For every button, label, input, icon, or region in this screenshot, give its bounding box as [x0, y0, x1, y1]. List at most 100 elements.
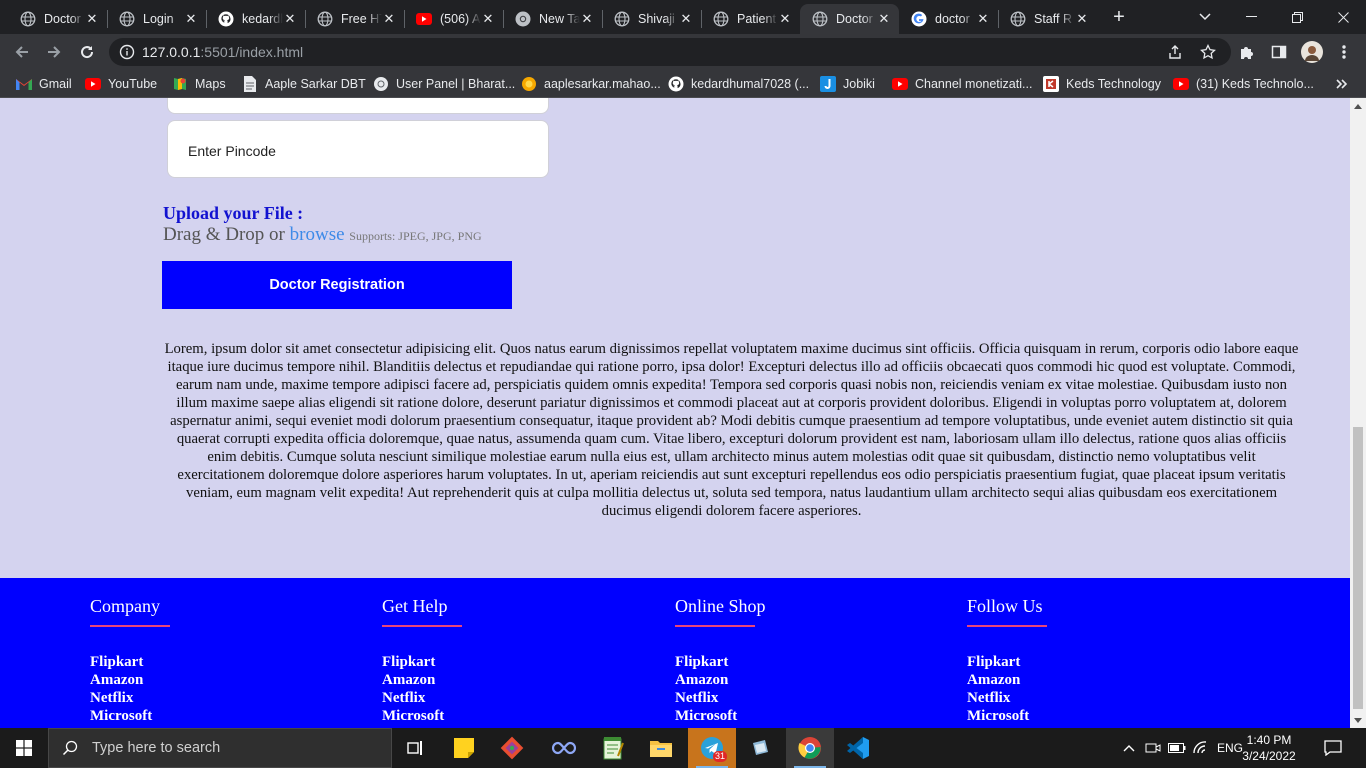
forward-button[interactable]: [40, 38, 68, 66]
tab-3[interactable]: Free HTML✕: [305, 4, 404, 34]
bookmark-6[interactable]: kedardhumal7028 (...: [668, 74, 809, 94]
footer-link[interactable]: Netflix: [382, 689, 632, 707]
tab-close-icon[interactable]: ✕: [580, 11, 594, 27]
tab-close-icon[interactable]: ✕: [976, 11, 990, 27]
bookmark-star-icon[interactable]: [1200, 44, 1216, 60]
bookmark-7[interactable]: Jobiki: [820, 74, 875, 94]
doctor-registration-button[interactable]: Doctor Registration: [162, 261, 512, 309]
chrome-menu-button[interactable]: [1330, 38, 1358, 66]
tab-4[interactable]: (506) All✕: [404, 4, 503, 34]
meet-now-button[interactable]: [1142, 728, 1164, 768]
tab-close-icon[interactable]: ✕: [679, 11, 693, 27]
footer-link[interactable]: Flipkart: [382, 653, 632, 671]
taskbar-notepad[interactable]: [589, 728, 637, 768]
share-icon[interactable]: [1167, 44, 1183, 60]
tab-title: kedardhumal7028: [242, 12, 283, 26]
tab-6[interactable]: Shivaji ✕: [602, 4, 701, 34]
scroll-up-button[interactable]: [1350, 98, 1366, 114]
taskbar-git[interactable]: [488, 728, 536, 768]
footer-heading-underline: [675, 625, 755, 627]
tab-close-icon[interactable]: ✕: [85, 11, 99, 27]
footer-link[interactable]: Netflix: [967, 689, 1217, 707]
scroll-down-button[interactable]: [1350, 712, 1366, 728]
tab-close-icon[interactable]: ✕: [877, 11, 891, 27]
extensions-button[interactable]: [1233, 38, 1261, 66]
upload-dropzone[interactable]: Drag & Drop or browse Supports: JPEG, JP…: [163, 224, 482, 246]
tab-close-icon[interactable]: ✕: [283, 11, 297, 27]
puzzle-icon: [1241, 47, 1253, 59]
network-button[interactable]: [1190, 728, 1212, 768]
taskbar-sticky-notes[interactable]: [440, 728, 488, 768]
more-bookmarks-button[interactable]: [1336, 74, 1348, 94]
tab-9[interactable]: doctor ✕: [899, 4, 998, 34]
footer-link[interactable]: Amazon: [90, 671, 340, 689]
pincode-input[interactable]: Enter Pincode: [167, 120, 549, 178]
tab-close-icon[interactable]: ✕: [481, 11, 495, 27]
footer-link[interactable]: Netflix: [90, 689, 340, 707]
bookmark-3[interactable]: Aaple Sarkar DBT: [242, 74, 366, 94]
tab-0[interactable]: Doctor Registration✕: [8, 4, 107, 34]
restore-button[interactable]: [1274, 0, 1320, 34]
address-bar[interactable]: 127.0.0.1:5501/index.html: [109, 38, 1231, 66]
footer-link[interactable]: Amazon: [382, 671, 632, 689]
tab-7[interactable]: Patient ✕: [701, 4, 800, 34]
taskbar-file-explorer[interactable]: [637, 728, 685, 768]
triangle-up-icon: [1354, 103, 1362, 109]
tab-close-icon[interactable]: ✕: [1075, 11, 1089, 27]
footer-heading-underline: [382, 625, 462, 627]
back-button[interactable]: [8, 38, 36, 66]
footer-link[interactable]: Flipkart: [90, 653, 340, 671]
taskbar-vscode[interactable]: [834, 728, 882, 768]
scroll-thumb[interactable]: [1353, 427, 1363, 709]
notifications-button[interactable]: [1318, 728, 1348, 768]
close-window-button[interactable]: [1320, 0, 1366, 34]
battery-button[interactable]: [1166, 728, 1188, 768]
minimize-button[interactable]: [1228, 0, 1274, 34]
footer-link[interactable]: Netflix: [675, 689, 925, 707]
footer-link[interactable]: Microsoft: [90, 707, 340, 725]
tab-10[interactable]: Staff R ✕: [998, 4, 1097, 34]
show-hidden-icons-button[interactable]: [1118, 728, 1140, 768]
telegram-badge: 31: [713, 751, 728, 762]
footer-link[interactable]: Amazon: [967, 671, 1217, 689]
maps-icon: [172, 76, 188, 92]
footer-link[interactable]: Microsoft: [382, 707, 632, 725]
taskbar-app-infinity[interactable]: [540, 728, 588, 768]
page-scrollbar[interactable]: [1350, 98, 1366, 728]
footer-link[interactable]: Microsoft: [967, 707, 1217, 725]
new-tab-button[interactable]: +: [1109, 4, 1129, 30]
taskbar-chrome[interactable]: [786, 728, 834, 768]
tab-8[interactable]: Doctor ✕: [800, 4, 899, 34]
tab-close-icon[interactable]: ✕: [778, 11, 792, 27]
footer-link[interactable]: Amazon: [675, 671, 925, 689]
reload-button[interactable]: [73, 38, 101, 66]
bookmark-2[interactable]: Maps: [172, 74, 226, 94]
tab-2[interactable]: kedardhumal7028✕: [206, 4, 305, 34]
taskbar-virtualbox[interactable]: [736, 728, 784, 768]
footer-link[interactable]: Flipkart: [967, 653, 1217, 671]
task-view-button[interactable]: [392, 728, 440, 768]
tab-5[interactable]: New Tab✕: [503, 4, 602, 34]
browse-link[interactable]: browse: [290, 224, 345, 245]
profile-button[interactable]: [1298, 38, 1326, 66]
footer-link[interactable]: Flipkart: [675, 653, 925, 671]
bookmark-4[interactable]: User Panel | Bharat...: [373, 74, 515, 94]
bookmark-10[interactable]: (31) Keds Technolo...: [1173, 74, 1314, 94]
taskbar-clock[interactable]: 1:40 PM 3/24/2022: [1238, 732, 1300, 764]
taskbar-telegram[interactable]: 31: [688, 728, 736, 768]
globe-icon: [1010, 11, 1026, 27]
footer-link[interactable]: Microsoft: [675, 707, 925, 725]
tab-close-icon[interactable]: ✕: [184, 11, 198, 27]
tab-close-icon[interactable]: ✕: [382, 11, 396, 27]
start-button[interactable]: [0, 728, 48, 768]
side-panel-button[interactable]: [1265, 38, 1293, 66]
bookmark-8[interactable]: Channel monetizati...: [892, 74, 1032, 94]
tab-1[interactable]: Login ✕: [107, 4, 206, 34]
bookmark-9[interactable]: Keds Technology: [1043, 74, 1161, 94]
tab-search-button[interactable]: [1182, 0, 1228, 34]
bookmark-5[interactable]: aaplesarkar.mahao...: [521, 74, 661, 94]
bookmark-1[interactable]: YouTube: [85, 74, 157, 94]
previous-form-field[interactable]: [167, 98, 549, 114]
bookmark-0[interactable]: Gmail: [16, 74, 72, 94]
taskbar-search[interactable]: Type here to search: [48, 728, 392, 768]
